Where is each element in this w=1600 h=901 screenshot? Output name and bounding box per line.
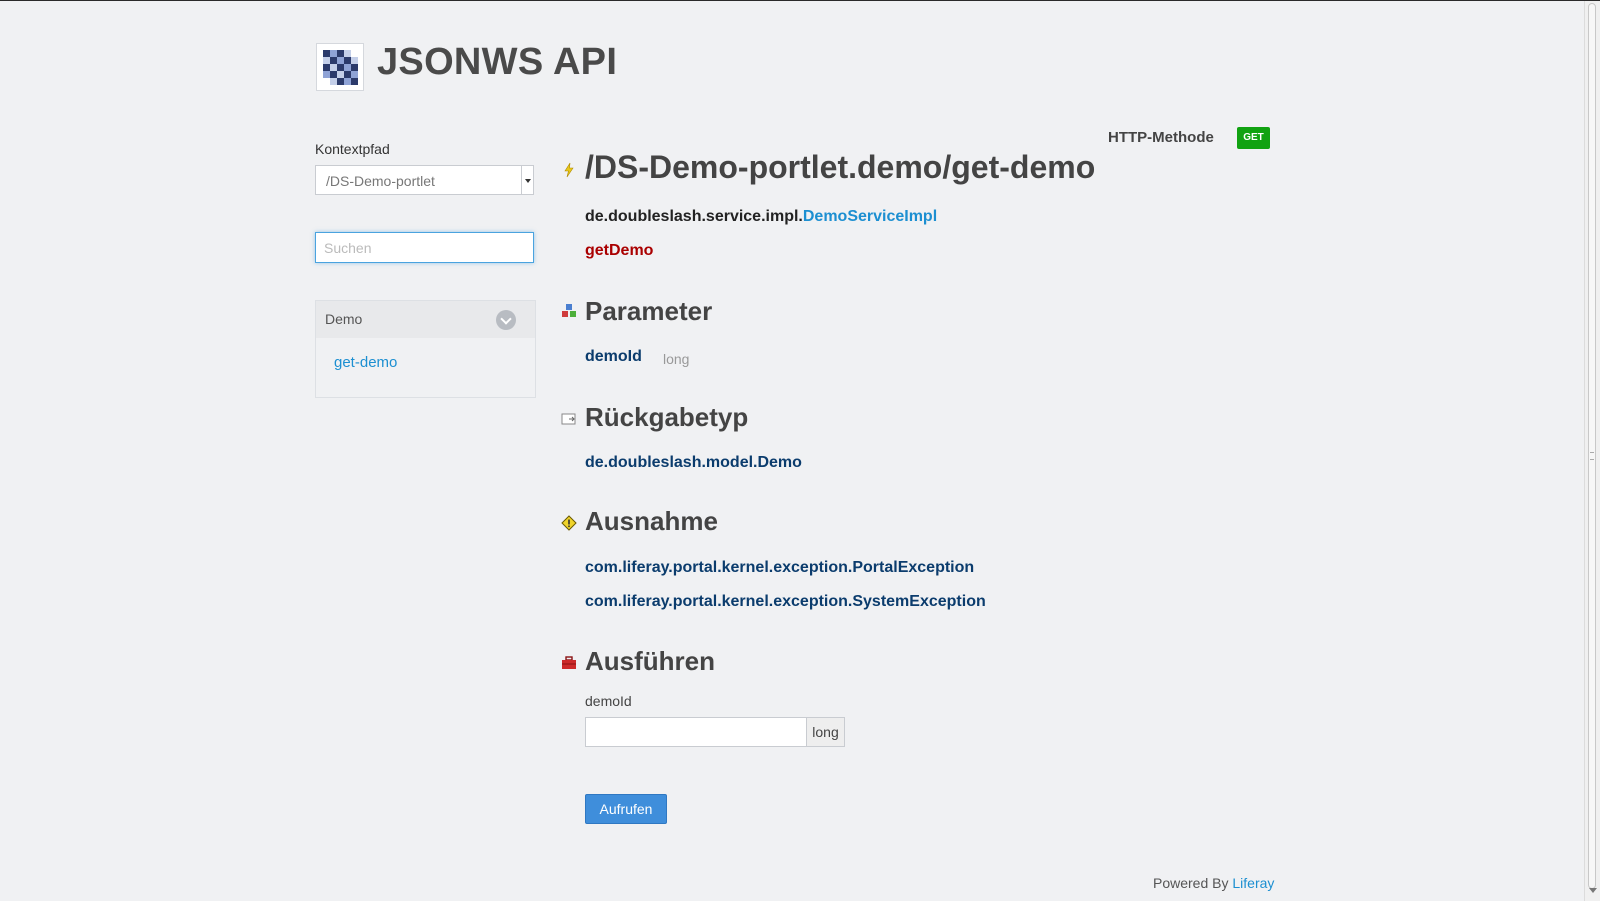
endpoint-path: /DS-Demo-portlet.demo/get-demo bbox=[585, 149, 1096, 185]
parameter-type: long bbox=[663, 351, 690, 367]
demoid-input[interactable] bbox=[585, 717, 807, 747]
execute-heading: Ausführen bbox=[585, 646, 715, 676]
context-path-label: Kontextpfad bbox=[315, 141, 390, 157]
invoke-button[interactable]: Aufrufen bbox=[585, 794, 667, 824]
return-type-heading: Rückgabetyp bbox=[585, 402, 749, 432]
parameter-name: demoId bbox=[585, 348, 642, 365]
scrollbar[interactable] bbox=[1584, 1, 1600, 901]
dropdown-arrow-icon bbox=[521, 166, 533, 194]
page-title: JSONWS API bbox=[377, 41, 618, 83]
exception-item: com.liferay.portal.kernel.exception.Syst… bbox=[585, 593, 986, 610]
sidebar-item-get-demo[interactable]: get-demo bbox=[334, 354, 397, 371]
toolbox-icon bbox=[562, 656, 576, 669]
service-group-panel: Demo get-demo bbox=[315, 300, 536, 398]
exception-item: com.liferay.portal.kernel.exception.Port… bbox=[585, 559, 975, 576]
method-name: getDemo bbox=[585, 242, 654, 259]
liferay-link[interactable]: Liferay bbox=[1232, 875, 1274, 891]
context-path-value: /DS-Demo-portlet bbox=[326, 173, 435, 189]
service-package: de.doubleslash.service.impl. bbox=[585, 208, 803, 225]
http-method-label: HTTP-Methode bbox=[1108, 129, 1214, 146]
footer-prefix: Powered By bbox=[1153, 875, 1229, 891]
scroll-down-icon[interactable] bbox=[1589, 888, 1597, 893]
execute-field-label: demoId bbox=[585, 693, 632, 709]
return-type-value: de.doubleslash.model.Demo bbox=[585, 454, 802, 471]
execute-field-type: long bbox=[806, 717, 845, 747]
search-input[interactable] bbox=[315, 232, 534, 263]
blocks-icon bbox=[562, 304, 576, 317]
context-path-select[interactable]: /DS-Demo-portlet bbox=[315, 165, 534, 195]
http-method-badge: GET bbox=[1237, 127, 1270, 149]
warning-icon bbox=[561, 515, 577, 531]
scrollbar-thumb[interactable] bbox=[1588, 3, 1596, 889]
parameter-heading: Parameter bbox=[585, 296, 713, 326]
service-group-title: Demo bbox=[325, 311, 363, 327]
service-group-header[interactable]: Demo bbox=[316, 301, 535, 338]
service-class: de.doubleslash.service.impl.DemoServiceI… bbox=[585, 208, 937, 226]
logo bbox=[316, 43, 364, 91]
exception-heading: Ausnahme bbox=[585, 506, 718, 536]
lightning-icon bbox=[564, 162, 574, 178]
footer: Powered By Liferay bbox=[1153, 875, 1274, 891]
service-class-link[interactable]: DemoServiceImpl bbox=[803, 208, 937, 225]
chevron-down-icon[interactable] bbox=[496, 310, 516, 330]
return-icon bbox=[561, 413, 576, 425]
